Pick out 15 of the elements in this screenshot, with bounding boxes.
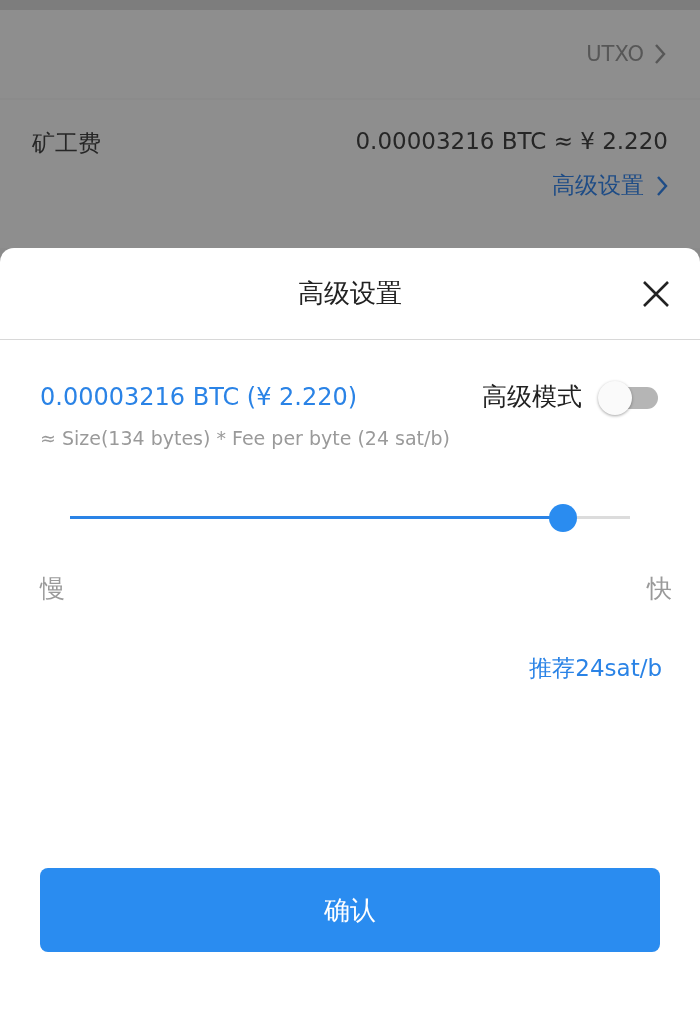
fee-label: 矿工费 (32, 129, 101, 158)
advanced-settings-link[interactable]: 高级设置 (552, 170, 668, 201)
fast-label: 快 (647, 573, 672, 605)
slider-thumb[interactable] (548, 504, 577, 532)
advanced-mode-toggle[interactable] (598, 380, 660, 413)
fee-value: 0.00003216 BTC ≈ ¥ 2.220 (355, 128, 668, 154)
confirm-button[interactable]: 确认 (40, 868, 660, 952)
sheet-title: 高级设置 (298, 277, 402, 310)
chevron-right-icon (656, 174, 668, 197)
chevron-right-icon (654, 43, 666, 65)
fee-formula: ≈ Size(134 bytes) * Fee per byte (24 sat/b) (40, 427, 451, 449)
fee-amount: 0.00003216 BTC (¥ 2.220) (40, 382, 358, 411)
recommended-fee: 推荐24sat/b (529, 654, 662, 683)
advanced-mode-label: 高级模式 (482, 381, 582, 413)
slow-label: 慢 (40, 573, 65, 605)
